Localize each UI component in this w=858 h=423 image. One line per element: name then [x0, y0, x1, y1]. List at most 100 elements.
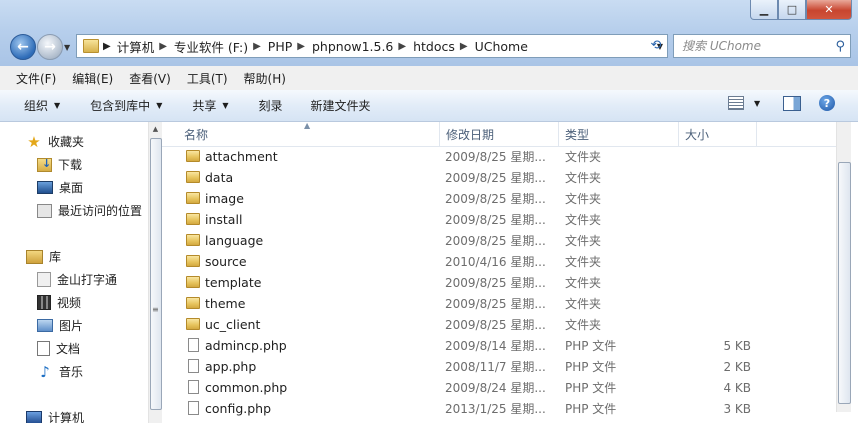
documents-icon: [37, 341, 50, 356]
back-button[interactable]: ←: [10, 34, 36, 60]
chevron-right-icon[interactable]: ▶: [103, 41, 111, 52]
help-icon[interactable]: ?: [819, 95, 835, 111]
new-folder-button[interactable]: 新建文件夹: [311, 97, 371, 114]
nav-favorites[interactable]: ★ 收藏夹: [26, 132, 84, 151]
view-icon: [728, 96, 744, 110]
address-bar[interactable]: ▶ 计算机 ▶ 专业软件 (F:) ▶ PHP ▶ phpnow1.5.6 ▶ htdo…: [76, 34, 668, 58]
scroll-thumb[interactable]: [150, 138, 162, 410]
folder-row[interactable]: theme 2009/8/25 星期... 文件夹: [162, 293, 842, 314]
file-row[interactable]: common.php 2009/8/24 星期... PHP 文件 4 KB: [162, 377, 842, 398]
chevron-right-icon[interactable]: ▶: [159, 41, 167, 52]
breadcrumb-computer[interactable]: 计算机 ▶: [117, 37, 174, 56]
scroll-thumb[interactable]: [838, 162, 851, 404]
search-box[interactable]: ⚲: [673, 34, 851, 58]
folder-row[interactable]: data 2009/8/25 星期... 文件夹: [162, 167, 842, 188]
music-icon: ♪: [40, 362, 50, 381]
menu-view[interactable]: 查看(V): [121, 70, 179, 87]
nav-library-videos[interactable]: 视频: [37, 294, 81, 311]
nav-desktop[interactable]: 桌面: [37, 179, 83, 196]
folder-row[interactable]: uc_client 2009/8/25 星期... 文件夹: [162, 314, 842, 335]
column-header-type[interactable]: 类型: [559, 122, 679, 146]
modified-date: 2009/8/25 星期...: [445, 171, 546, 185]
folder-icon: [186, 297, 200, 309]
column-header-date[interactable]: 修改日期: [440, 122, 559, 146]
pictures-icon: [37, 319, 53, 332]
file-name: template: [205, 275, 262, 290]
forward-button[interactable]: →: [37, 34, 63, 60]
star-icon: ★: [27, 132, 41, 151]
refresh-icon[interactable]: ⟲: [645, 34, 667, 56]
chevron-right-icon[interactable]: ▶: [460, 41, 468, 52]
nav-pane-scrollbar[interactable]: ▲ ≡: [148, 122, 162, 423]
nav-downloads[interactable]: 下载: [37, 156, 82, 173]
preview-pane-icon[interactable]: [783, 96, 801, 111]
column-headers: ▲ 名称 修改日期 类型 大小: [162, 121, 842, 147]
file-name: image: [205, 191, 244, 206]
organize-button[interactable]: 组织 ▼: [24, 97, 60, 114]
share-button[interactable]: 共享 ▼: [192, 97, 228, 114]
php-file-icon: [188, 380, 199, 394]
burn-button[interactable]: 刻录: [259, 97, 283, 114]
file-name: config.php: [205, 401, 272, 416]
nav-computer[interactable]: 计算机: [26, 409, 84, 423]
search-input[interactable]: [680, 38, 834, 54]
file-list-scrollbar[interactable]: [836, 122, 851, 412]
modified-date: 2009/8/25 星期...: [445, 192, 546, 206]
folder-row[interactable]: image 2009/8/25 星期... 文件夹: [162, 188, 842, 209]
menu-help[interactable]: 帮助(H): [236, 70, 294, 87]
folder-row[interactable]: language 2009/8/25 星期... 文件夹: [162, 230, 842, 251]
file-row[interactable]: app.php 2008/11/7 星期... PHP 文件 2 KB: [162, 356, 842, 377]
chevron-down-icon: ▼: [54, 101, 61, 110]
modified-date: 2009/8/25 星期...: [445, 213, 546, 227]
folder-row[interactable]: attachment 2009/8/25 星期... 文件夹: [162, 146, 842, 167]
file-size: [685, 314, 751, 335]
breadcrumb-php[interactable]: PHP ▶: [268, 39, 312, 54]
menu-tools[interactable]: 工具(T): [179, 70, 236, 87]
maximize-button[interactable]: □: [778, 0, 806, 20]
title-bar: ▁ □ ✕ ← → ▼ ▶ 计算机 ▶ 专业软件 (F:) ▶ PHP ▶ phpno…: [0, 0, 858, 66]
chevron-right-icon[interactable]: ▶: [253, 41, 261, 52]
file-row[interactable]: admincp.php 2009/8/14 星期... PHP 文件 5 KB: [162, 335, 842, 356]
column-header-size[interactable]: 大小: [679, 122, 757, 146]
file-name: app.php: [205, 359, 257, 374]
search-icon[interactable]: ⚲: [835, 39, 845, 54]
folder-row[interactable]: install 2009/8/25 星期... 文件夹: [162, 209, 842, 230]
nav-library-pictures[interactable]: 图片: [37, 317, 83, 334]
breadcrumb-uchome[interactable]: UChome: [475, 39, 528, 54]
file-name: install: [205, 212, 243, 227]
php-file-icon: [188, 359, 199, 373]
folder-row[interactable]: source 2010/4/16 星期... 文件夹: [162, 251, 842, 272]
folder-icon: [186, 150, 200, 162]
file-row[interactable]: config.php 2013/1/25 星期... PHP 文件 3 KB: [162, 398, 842, 419]
explorer-window: ▁ □ ✕ ← → ▼ ▶ 计算机 ▶ 专业软件 (F:) ▶ PHP ▶ phpno…: [0, 0, 858, 423]
file-type: PHP 文件: [565, 402, 617, 416]
menu-file[interactable]: 文件(F): [0, 70, 64, 87]
include-in-library-button[interactable]: 包含到库中 ▼: [90, 97, 162, 114]
change-view-button[interactable]: ▼: [728, 96, 760, 110]
modified-date: 2009/8/25 星期...: [445, 318, 546, 332]
nav-library-documents[interactable]: 文档: [37, 340, 80, 357]
breadcrumb-phpnow[interactable]: phpnow1.5.6 ▶: [312, 39, 413, 54]
breadcrumb-htdocs[interactable]: htdocs ▶: [413, 39, 475, 54]
folder-icon: [186, 318, 200, 330]
file-list: ▲ 名称 修改日期 类型 大小 attachment 2009/8/25 星期..…: [162, 121, 842, 423]
file-size: [685, 146, 751, 167]
menu-edit[interactable]: 编辑(E): [64, 70, 121, 87]
folder-row[interactable]: template 2009/8/25 星期... 文件夹: [162, 272, 842, 293]
nav-library-music[interactable]: ♪ 音乐: [37, 362, 83, 381]
file-size: [685, 293, 751, 314]
file-name: data: [205, 170, 234, 185]
scroll-up-icon[interactable]: ▲: [149, 122, 162, 136]
chevron-right-icon[interactable]: ▶: [297, 41, 305, 52]
recent-pages-dropdown-icon[interactable]: ▼: [64, 43, 70, 52]
modified-date: 2013/1/25 星期...: [445, 402, 546, 416]
nav-recent-places[interactable]: 最近访问的位置: [37, 202, 142, 219]
close-button[interactable]: ✕: [806, 0, 852, 20]
nav-libraries[interactable]: 库: [26, 248, 61, 265]
minimize-button[interactable]: ▁: [750, 0, 778, 20]
breadcrumb-drive[interactable]: 专业软件 (F:) ▶: [174, 37, 268, 56]
chevron-right-icon[interactable]: ▶: [398, 41, 406, 52]
column-header-name[interactable]: 名称: [178, 122, 440, 146]
library-icon: [26, 249, 43, 264]
nav-library-typing[interactable]: 金山打字通: [37, 271, 117, 288]
